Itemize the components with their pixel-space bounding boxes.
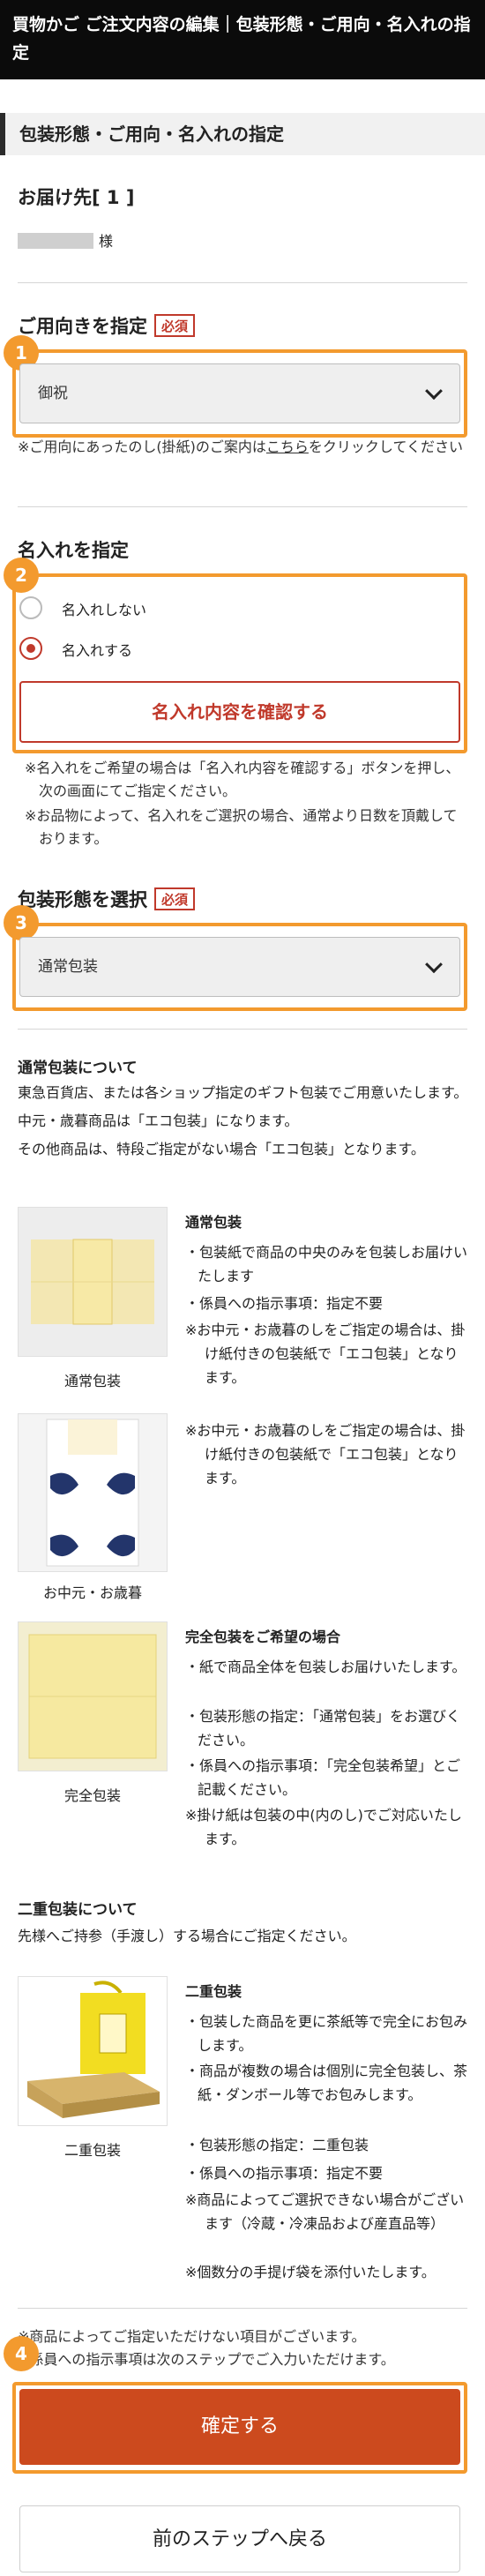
radio-no-naire-label: 名入れしない: [62, 602, 147, 618]
section-title: 包装形態・ご用向・名入れの指定: [19, 124, 284, 145]
usage-heading-label: ご用向きを指定: [18, 316, 147, 337]
noshi-guide-link[interactable]: こちら: [266, 438, 309, 455]
radio-naire-label: 名入れする: [62, 642, 133, 659]
full-pack-image: [18, 1621, 168, 1771]
pack-bullet: ・紙で商品全体を包装しお届けいたします。: [185, 1659, 466, 1675]
usage-select-value: 御祝: [38, 385, 68, 402]
normal-pack-image: [18, 1207, 168, 1357]
about-normal-line-3: その他商品は、特段ご指定がない場合「エコ包装」となります。: [18, 1141, 425, 1157]
naire-note-2: ※お品物によって、名入れをご選択の場合、通常より日数を頂戴しております。: [25, 807, 458, 847]
divider: [18, 1029, 467, 1030]
usage-note: ※ご用向にあったのし(掛紙)のご案内はこちらをクリックしてください: [18, 436, 467, 459]
pack-bullet: ・係員への指示事項：「完全包装希望」とご記載ください。: [185, 1757, 461, 1798]
about-normal-line-2: 中元・歳暮商品は「エコ包装」になります。: [18, 1112, 299, 1129]
pack-bullet: ・包装形態の指定：「通常包装」をお選びください。: [185, 1708, 461, 1749]
double-pack-image: [18, 1976, 168, 2126]
required-badge: 必須: [154, 314, 196, 337]
naire-note-1: ※名入れをご希望の場合は「名入れ内容を確認する」ボタンを押し、次の画面にてご指定…: [25, 760, 460, 799]
divider: [18, 2308, 467, 2309]
section-title-bar: 包装形態・ご用向・名入れの指定: [0, 113, 485, 155]
pack-bullet: ・係員への指示事項：指定不要: [185, 2165, 384, 2182]
about-double-title: 二重包装について: [18, 1901, 138, 1919]
packaging-heading: 包装形態を選択 必須: [18, 886, 196, 912]
pack-bullet: ・商品が複数の場合は個別に完全包装し、茶紙・ダンボール等でお包みします。: [185, 2063, 468, 2103]
step-badge-3: 3: [4, 905, 39, 940]
pack-title-normal: 通常包装: [185, 1214, 242, 1231]
pack-bullet: ※お中元・お歳暮のしをご指定の場合は、掛け紙付きの包装紙で「エコ包装」となります…: [185, 1422, 466, 1486]
step-badge-4: 4: [4, 2336, 39, 2371]
step-badge-2: 2: [4, 558, 39, 593]
pack-caption-ochugen: お中元・お歳暮: [42, 1584, 142, 1601]
recipient-suffix: 様: [99, 233, 114, 250]
confirm-button[interactable]: 確定する: [19, 2389, 460, 2465]
pack-title-double: 二重包装: [185, 1983, 242, 2000]
pack-bullet: ・係員への指示事項：指定不要: [185, 1295, 384, 1312]
pack-caption-full: 完全包装: [63, 1787, 121, 1804]
pack-bullet: ・包装紙で商品の中央のみを包装しお届けいたします: [185, 1244, 468, 1284]
pack-caption-normal: 通常包装: [63, 1373, 121, 1389]
footer-note-2: ※係員への指示事項は次のステップでご入力いただけます。: [18, 2351, 395, 2368]
pack-bullet: ※商品によってご選択できない場合がございます（冷蔵・冷凍品および産直品等）: [185, 2191, 465, 2232]
pack-title-full: 完全包装をご希望の場合: [185, 1629, 341, 1645]
required-badge: 必須: [154, 887, 196, 910]
radio-no-naire[interactable]: [19, 596, 42, 619]
usage-select[interactable]: 御祝: [19, 363, 460, 423]
usage-heading: ご用向きを指定 必須: [18, 312, 196, 339]
pack-bullet: ※お中元・お歳暮のしをご指定の場合は、掛け紙付きの包装紙で「エコ包装」となります…: [185, 1322, 466, 1386]
footer-note-1: ※商品によってご指定いただけない項目がございます。: [18, 2328, 366, 2345]
page-header-title: 買物かご ご注文内容の編集｜包装形態・ご用向・名入れの指定: [12, 15, 471, 63]
usage-note-prefix: ※ご用向にあったのし(掛紙)のご案内は: [18, 438, 266, 455]
pack-caption-double: 二重包装: [63, 2142, 121, 2159]
packaging-heading-label: 包装形態を選択: [18, 889, 147, 910]
about-normal-title: 通常包装について: [18, 1060, 138, 1077]
divider: [18, 506, 467, 507]
about-double-line: 先様へご持参（手渡し）する場合にご指定ください。: [18, 1928, 356, 1944]
divider: [18, 282, 467, 283]
recipient-name-redacted: [18, 233, 93, 249]
delivery-heading: お届け先[ 1 ]: [18, 187, 135, 208]
usage-note-suffix: をクリックしてください: [308, 438, 463, 455]
pack-bullet: ※掛け紙は包装の中(内のし)でご対応いたします。: [185, 1807, 462, 1847]
about-normal-line-1: 東急百貨店、または各ショップ指定のギフト包装でご用意いたします。: [18, 1084, 468, 1101]
pack-bullet: ※個数分の手提げ袋を添付いたします。: [185, 2264, 436, 2280]
radio-naire[interactable]: [19, 637, 42, 660]
ochugen-pack-image: [18, 1413, 168, 1572]
naire-heading: 名入れを指定: [18, 540, 129, 561]
confirm-naire-button[interactable]: 名入れ内容を確認する: [19, 681, 460, 743]
packaging-select[interactable]: 通常包装: [19, 937, 460, 997]
pack-bullet: ・包装形態の指定：二重包装: [185, 2137, 369, 2153]
page-header: 買物かご ご注文内容の編集｜包装形態・ご用向・名入れの指定: [0, 0, 485, 79]
chevron-down-icon: [425, 382, 443, 401]
chevron-down-icon: [425, 955, 443, 974]
pack-bullet: ・包装した商品を更に茶紙等で完全にお包みします。: [185, 2013, 468, 2054]
back-button[interactable]: 前のステップへ戻る: [19, 2505, 460, 2572]
packaging-select-value: 通常包装: [38, 958, 98, 976]
